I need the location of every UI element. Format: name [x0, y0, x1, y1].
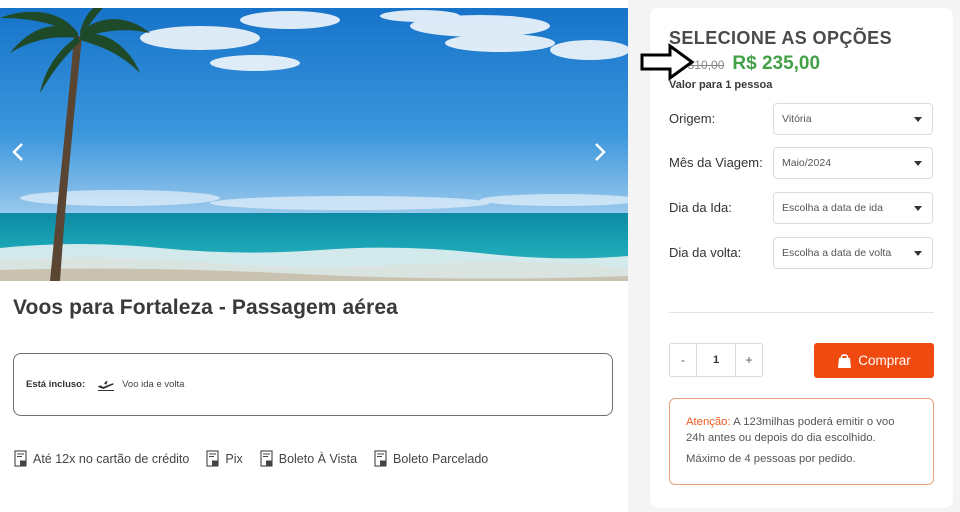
shopping-bag-icon — [838, 353, 852, 368]
departure-date-value: Escolha a data de ida — [782, 202, 883, 214]
payment-method: Pix — [206, 450, 243, 467]
notice-text-1: A 123milhas poderá emitir o voo — [730, 416, 895, 428]
payment-label: Até 12x no cartão de crédito — [33, 451, 190, 466]
carousel-prev-button[interactable] — [6, 136, 30, 168]
included-label: Está incluso: — [26, 379, 86, 390]
buy-button[interactable]: Comprar — [814, 343, 934, 378]
payment-label: Boleto À Vista — [278, 451, 358, 466]
payment-receipt-icon — [374, 450, 387, 467]
notice-box: Atenção: A 123milhas poderá emitir o voo… — [669, 398, 934, 485]
departure-date-select[interactable]: Escolha a data de ida — [773, 192, 933, 224]
buy-label: Comprar — [858, 353, 911, 368]
month-value: Maio/2024 — [782, 157, 832, 169]
quantity-value[interactable]: 1 — [696, 344, 736, 376]
included-box: Está incluso: Voo ida e volta — [13, 353, 613, 416]
chevron-down-icon — [914, 251, 922, 256]
payment-receipt-icon — [14, 450, 27, 467]
origin-select[interactable]: Vitória — [773, 103, 933, 135]
included-item: Voo ida e volta — [122, 379, 185, 390]
payment-receipt-icon — [206, 450, 219, 467]
origin-field: Origem: Vitória — [669, 103, 934, 135]
options-title: SELECIONE AS OPÇÕES — [669, 28, 892, 48]
return-date-select[interactable]: Escolha a data de volta — [773, 237, 933, 269]
notice-line-2: 24h antes ou depois do dia escolhido. — [686, 432, 876, 444]
quantity-stepper: - 1 + — [669, 343, 763, 377]
chevron-left-icon — [12, 143, 23, 161]
product-title: Voos para Fortaleza - Passagem aérea — [13, 296, 398, 319]
month-label: Mês da Viagem: — [669, 155, 763, 170]
decrement-button[interactable]: - — [670, 344, 696, 376]
payment-receipt-icon — [260, 450, 273, 467]
chevron-down-icon — [914, 161, 922, 166]
return-date-label: Dia da volta: — [669, 245, 742, 260]
carousel-next-button[interactable] — [588, 136, 612, 168]
payment-method: Boleto À Vista — [260, 450, 357, 467]
notice-strong: Atenção: — [686, 416, 731, 428]
increment-button[interactable]: + — [736, 344, 762, 376]
current-price: R$ 235,00 — [732, 53, 821, 74]
beach-photo — [0, 8, 628, 281]
month-select[interactable]: Maio/2024 — [773, 147, 933, 179]
departure-date-field: Dia da Ida: Escolha a data de ida — [669, 192, 934, 224]
divider — [669, 312, 934, 313]
notice-line-3: Máximo de 4 pessoas por pedido. — [686, 453, 856, 465]
payment-methods: Até 12x no cartão de crédito Pix Boleto … — [14, 450, 505, 467]
per-person-note: Valor para 1 pessoa — [669, 79, 773, 91]
product-panel: Voos para Fortaleza - Passagem aérea Est… — [0, 0, 628, 512]
chevron-down-icon — [914, 117, 922, 122]
arrow-right-icon — [640, 43, 695, 81]
origin-value: Vitória — [782, 113, 812, 125]
payment-label: Pix — [225, 451, 243, 466]
payment-method: Boleto Parcelado — [374, 450, 488, 467]
return-date-value: Escolha a data de volta — [782, 247, 892, 259]
return-date-field: Dia da volta: Escolha a data de volta — [669, 237, 934, 269]
chevron-right-icon — [595, 143, 606, 161]
payment-method: Até 12x no cartão de crédito — [14, 450, 189, 467]
notice-line-1: Atenção: A 123milhas poderá emitir o voo — [686, 414, 921, 430]
departure-date-label: Dia da Ida: — [669, 200, 732, 215]
origin-label: Origem: — [669, 111, 716, 126]
payment-label: Boleto Parcelado — [393, 451, 489, 466]
options-card: SELECIONE AS OPÇÕES R$ 310,00 R$ 235,00 … — [640, 8, 953, 508]
product-image-carousel[interactable] — [0, 8, 628, 281]
chevron-down-icon — [914, 206, 922, 211]
airplane-departure-icon — [98, 380, 115, 391]
month-field: Mês da Viagem: Maio/2024 — [669, 147, 934, 179]
